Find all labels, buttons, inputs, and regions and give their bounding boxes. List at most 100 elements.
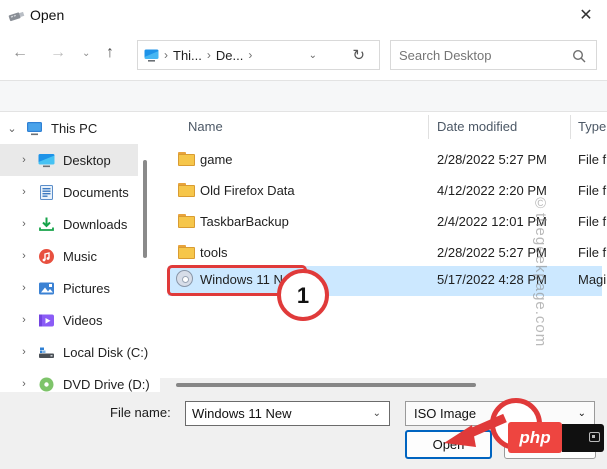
sidebar-label: DVD Drive (D:) bbox=[63, 376, 150, 392]
sidebar-item-music[interactable]: › Music bbox=[0, 240, 160, 272]
documents-icon bbox=[40, 184, 53, 200]
chevron-down-icon[interactable]: ⌄ bbox=[373, 408, 381, 419]
recent-locations-icon[interactable]: ⌄ bbox=[82, 48, 90, 59]
file-date: 2/4/2022 12:01 PM bbox=[437, 214, 547, 229]
chevron-collapsed-icon[interactable]: › bbox=[18, 250, 30, 262]
file-row-game[interactable]: game 2/28/2022 5:27 PM File f bbox=[160, 145, 607, 176]
file-type: File f bbox=[578, 214, 607, 229]
column-header-type[interactable]: Type bbox=[578, 119, 606, 134]
sidebar-item-pictures[interactable]: › Pictures bbox=[0, 272, 160, 304]
address-bar[interactable]: › Thi... › De... › ⌄ ↻ bbox=[137, 40, 380, 70]
sidebar-item-documents[interactable]: › Documents bbox=[0, 176, 160, 208]
file-name: TaskbarBackup bbox=[200, 214, 289, 229]
breadcrumb-separator: › bbox=[164, 48, 168, 62]
sidebar-item-local-disk[interactable]: › Local Disk (C:) bbox=[0, 336, 160, 368]
file-type: File f bbox=[578, 152, 607, 167]
sidebar-label: Music bbox=[63, 248, 97, 264]
chevron-collapsed-icon[interactable]: › bbox=[18, 186, 30, 198]
dvd-drive-icon bbox=[39, 377, 54, 391]
file-list: Name ˆ Date modified Type game 2/28/2022… bbox=[160, 112, 607, 392]
horizontal-scrollbar-track[interactable] bbox=[160, 378, 607, 392]
breadcrumb-separator: › bbox=[248, 48, 253, 62]
local-disk-icon bbox=[39, 347, 54, 358]
watermark-text: ©thegeekpage.com bbox=[532, 195, 549, 348]
annotation-arrow bbox=[444, 413, 507, 447]
chevron-collapsed-icon[interactable]: › bbox=[18, 154, 30, 166]
folder-icon bbox=[178, 183, 195, 197]
chevron-collapsed-icon[interactable]: › bbox=[18, 218, 30, 230]
column-divider[interactable] bbox=[570, 115, 571, 139]
sidebar-item-videos[interactable]: › Videos bbox=[0, 304, 160, 336]
pictures-icon bbox=[39, 282, 54, 294]
chevron-collapsed-icon[interactable]: › bbox=[18, 314, 30, 326]
file-type: File f bbox=[578, 183, 607, 198]
search-box[interactable] bbox=[390, 40, 597, 70]
column-header-name[interactable]: Name bbox=[188, 119, 223, 134]
file-date: 2/28/2022 5:27 PM bbox=[437, 152, 547, 167]
column-divider[interactable] bbox=[428, 115, 429, 139]
sidebar-item-dvd-drive[interactable]: › DVD Drive (D:) bbox=[0, 368, 160, 392]
file-name-combobox[interactable]: ⌄ bbox=[185, 401, 390, 426]
file-date: 2/28/2022 5:27 PM bbox=[437, 245, 547, 260]
this-pc-icon bbox=[144, 49, 159, 62]
sidebar-label: Downloads bbox=[63, 216, 128, 232]
chevron-down-icon[interactable]: ⌄ bbox=[578, 408, 586, 419]
file-name: Old Firefox Data bbox=[200, 183, 295, 198]
chevron-collapsed-icon[interactable]: › bbox=[18, 378, 30, 390]
horizontal-scrollbar-thumb[interactable] bbox=[176, 383, 476, 387]
navigation-pane: ⌄ This PC › Desktop › Documents › Downlo… bbox=[0, 112, 160, 392]
file-date: 5/17/2022 4:28 PM bbox=[437, 272, 547, 287]
file-name-input[interactable] bbox=[192, 406, 372, 421]
site-logo-dark bbox=[562, 424, 604, 452]
sidebar-label: Local Disk (C:) bbox=[63, 344, 149, 360]
downloads-icon bbox=[39, 217, 54, 231]
title-bar: Open ✕ bbox=[0, 0, 607, 30]
close-icon[interactable]: ✕ bbox=[572, 5, 600, 25]
file-name: tools bbox=[200, 245, 228, 260]
search-input[interactable] bbox=[399, 42, 559, 68]
breadcrumb-desktop[interactable]: De... bbox=[216, 48, 243, 63]
sidebar-label: This PC bbox=[51, 120, 98, 136]
sidebar-item-desktop[interactable]: › Desktop bbox=[0, 144, 160, 176]
folder-icon bbox=[178, 245, 195, 259]
back-icon[interactable]: ← bbox=[12, 44, 28, 62]
forward-icon[interactable]: → bbox=[50, 44, 66, 62]
address-dropdown-icon[interactable]: ⌄ bbox=[309, 50, 317, 61]
videos-icon bbox=[39, 314, 54, 326]
refresh-icon[interactable]: ↻ bbox=[352, 46, 365, 64]
music-icon bbox=[39, 248, 54, 264]
folder-icon bbox=[178, 152, 195, 166]
main-area: ⌄ This PC › Desktop › Documents › Downlo… bbox=[0, 112, 607, 392]
php-logo: php bbox=[508, 422, 562, 453]
sort-ascending-icon: ˆ bbox=[288, 112, 292, 121]
breadcrumb-this-pc[interactable]: Thi... bbox=[173, 48, 202, 63]
file-name-label: File name: bbox=[110, 405, 171, 420]
usb-drive-icon bbox=[8, 11, 25, 22]
column-header-date[interactable]: Date modified bbox=[437, 119, 517, 134]
logo-mark-icon bbox=[589, 432, 600, 442]
folder-icon bbox=[178, 214, 195, 228]
file-date: 4/12/2022 2:20 PM bbox=[437, 183, 547, 198]
search-icon[interactable] bbox=[572, 49, 586, 63]
desktop-icon bbox=[38, 153, 55, 167]
sidebar-label: Documents bbox=[63, 184, 129, 200]
sidebar-label: Pictures bbox=[63, 280, 110, 296]
chevron-expanded-icon[interactable]: ⌄ bbox=[6, 122, 18, 135]
up-icon[interactable]: ↑ bbox=[106, 44, 114, 62]
breadcrumb-separator: › bbox=[206, 48, 211, 62]
file-type: Magi bbox=[578, 272, 607, 287]
this-pc-icon bbox=[27, 121, 42, 135]
sidebar-item-downloads[interactable]: › Downloads bbox=[0, 208, 160, 240]
file-type: File f bbox=[578, 245, 607, 260]
chevron-collapsed-icon[interactable]: › bbox=[18, 282, 30, 294]
file-name: game bbox=[200, 152, 233, 167]
sidebar-label: Videos bbox=[63, 312, 103, 328]
window-title: Open bbox=[30, 7, 65, 23]
sidebar-label: Desktop bbox=[63, 152, 111, 168]
sidebar-scrollbar[interactable] bbox=[143, 160, 147, 258]
chevron-collapsed-icon[interactable]: › bbox=[18, 346, 30, 358]
open-dialog: Open ✕ ← → ⌄ ↑ › Thi... › De... › ⌄ ↻ Or… bbox=[0, 0, 607, 469]
sidebar-item-this-pc[interactable]: ⌄ This PC bbox=[0, 112, 160, 144]
command-bar: Organize ▼ New folder ▼ ? bbox=[0, 80, 607, 184]
annotation-step-1-badge: 1 bbox=[277, 269, 329, 321]
